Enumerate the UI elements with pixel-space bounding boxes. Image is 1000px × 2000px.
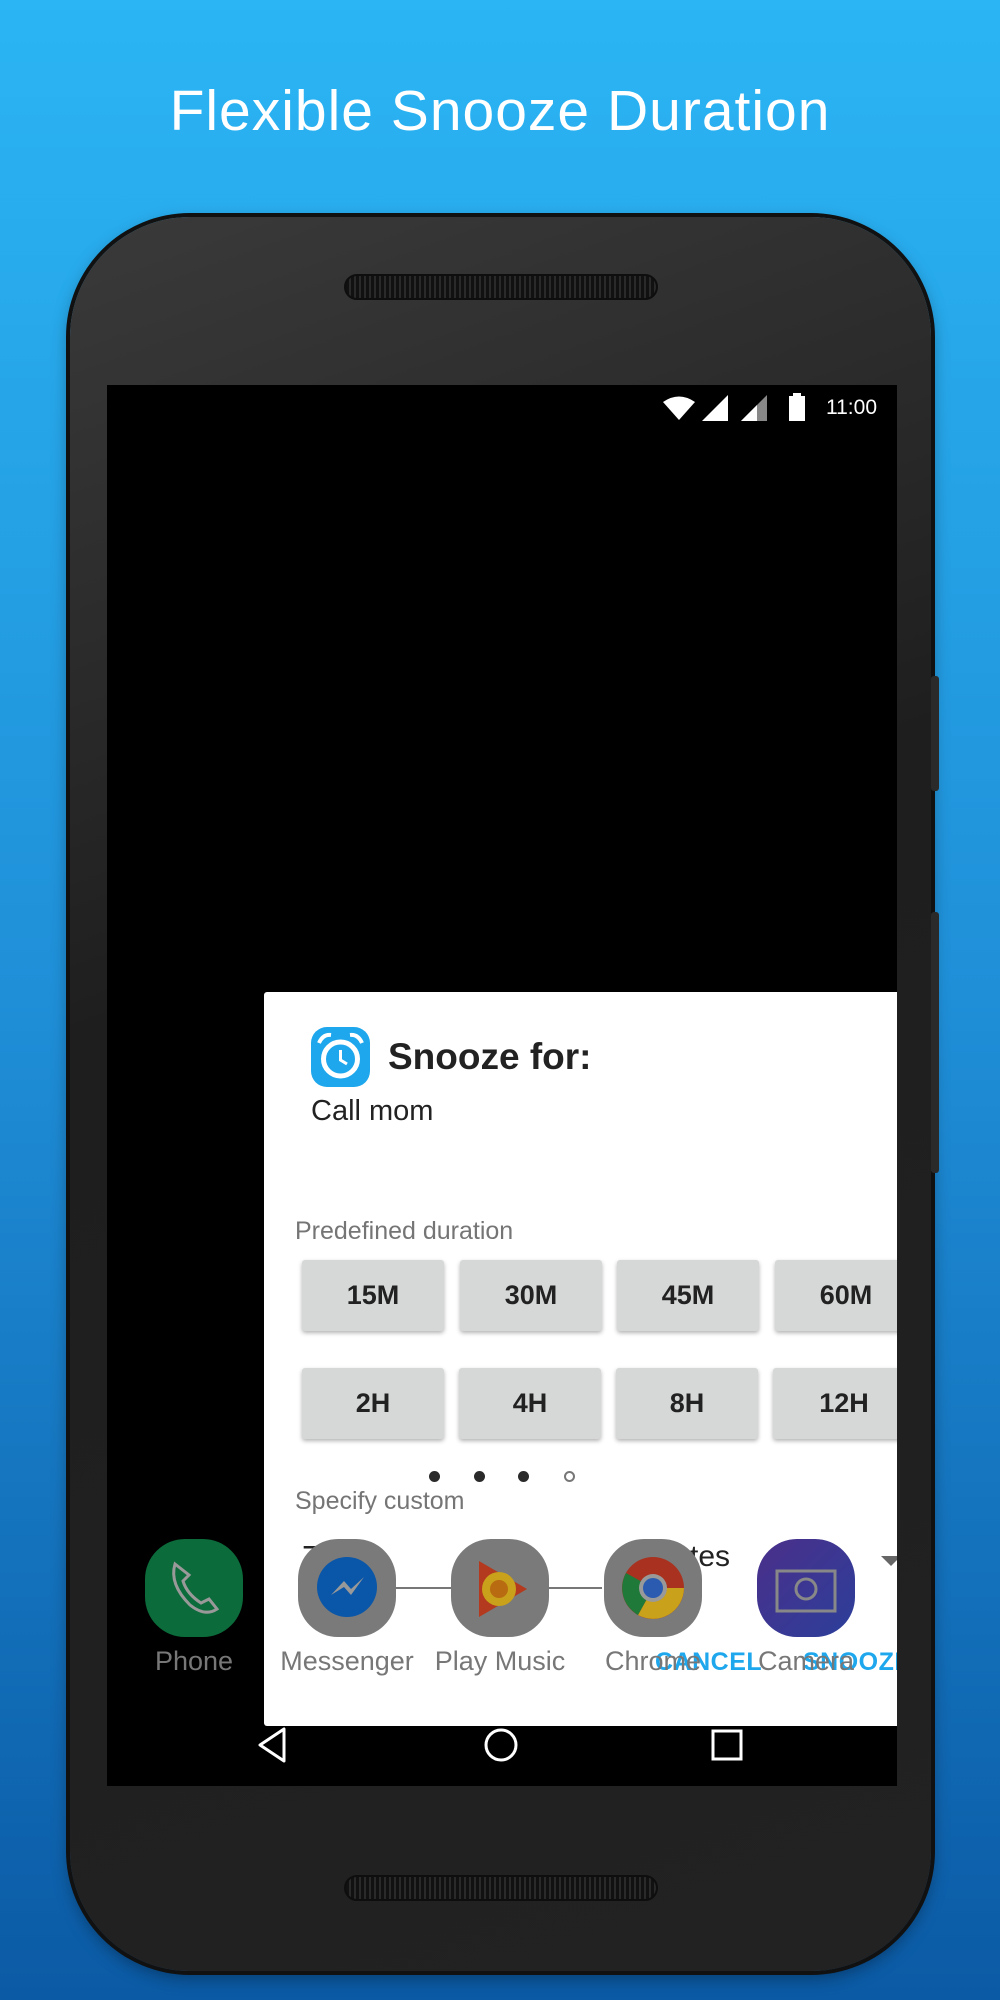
phone-screen: 11:00 Snooze for: Call mom Predefined du… <box>107 385 897 1786</box>
signal-icon <box>702 395 728 421</box>
camera-icon[interactable] <box>757 1539 855 1637</box>
signal-icon <box>741 395 767 421</box>
dock-label-camera: Camera <box>757 1646 855 1676</box>
back-icon[interactable] <box>254 1725 294 1765</box>
recents-icon[interactable] <box>707 1725 747 1765</box>
headline: Flexible Snooze Duration <box>169 79 831 143</box>
dropdown-arrow-icon <box>881 1556 897 1566</box>
dock-label-chrome: Chrome <box>604 1646 702 1676</box>
dock-label-play-music: Play Music <box>434 1646 566 1676</box>
specify-custom-label: Specify custom <box>295 1487 465 1515</box>
bottom-speaker <box>344 1875 658 1901</box>
play-music-icon[interactable] <box>451 1539 549 1637</box>
chrome-icon[interactable] <box>604 1539 702 1637</box>
duration-button-2h[interactable]: 2H <box>302 1368 444 1439</box>
status-bar: 11:00 <box>107 385 897 430</box>
dialog-title: Snooze for: <box>388 1036 592 1077</box>
duration-button-12h[interactable]: 12H <box>773 1368 897 1439</box>
battery-icon <box>789 393 805 421</box>
alarm-clock-icon <box>311 1027 370 1087</box>
duration-button-30m[interactable]: 30M <box>460 1260 602 1331</box>
predefined-duration-label: Predefined duration <box>295 1217 514 1245</box>
wifi-icon <box>663 396 695 420</box>
duration-button-4h[interactable]: 4H <box>459 1368 601 1439</box>
duration-button-45m[interactable]: 45M <box>617 1260 759 1331</box>
messenger-icon[interactable] <box>298 1539 396 1637</box>
power-button <box>931 676 939 791</box>
dialog-subtitle: Call mom <box>311 1095 434 1127</box>
duration-button-8h[interactable]: 8H <box>616 1368 758 1439</box>
top-speaker <box>344 274 658 300</box>
page-indicator-dot <box>518 1471 529 1482</box>
page-indicator-dot <box>474 1471 485 1482</box>
home-icon[interactable] <box>481 1725 521 1765</box>
status-time: 11:00 <box>826 396 877 419</box>
duration-button-15m[interactable]: 15M <box>302 1260 444 1331</box>
page-indicator-dot <box>429 1471 440 1482</box>
dock-label-messenger: Messenger <box>280 1646 414 1676</box>
phone-icon[interactable] <box>145 1539 243 1637</box>
dock-label-phone: Phone <box>154 1646 234 1676</box>
volume-button <box>931 912 939 1173</box>
page-indicator-current <box>564 1471 575 1482</box>
duration-button-60m[interactable]: 60M <box>775 1260 897 1331</box>
